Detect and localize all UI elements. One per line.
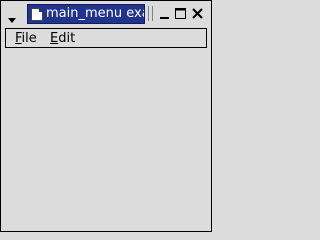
window-title-area[interactable]: main_menu exam: [27, 4, 145, 24]
maximize-icon[interactable]: [173, 6, 189, 22]
application-window: main_menu exam File Edit: [0, 0, 212, 232]
close-icon[interactable]: [190, 6, 206, 22]
title-separator: [148, 6, 153, 21]
window-menu-icon[interactable]: [7, 10, 17, 23]
window-content: [5, 48, 207, 227]
minimize-icon[interactable]: [157, 6, 173, 22]
menu-edit-mnemonic: E: [50, 31, 59, 46]
menu-edit[interactable]: Edit: [50, 31, 75, 47]
app-icon: [31, 8, 43, 21]
menu-edit-label: dit: [58, 31, 76, 46]
window-title: main_menu exam: [46, 6, 144, 21]
menu-file-label: ile: [21, 31, 37, 46]
title-bar[interactable]: main_menu exam: [1, 1, 211, 27]
menu-file[interactable]: File: [15, 31, 37, 47]
menu-bar: File Edit: [5, 28, 207, 48]
